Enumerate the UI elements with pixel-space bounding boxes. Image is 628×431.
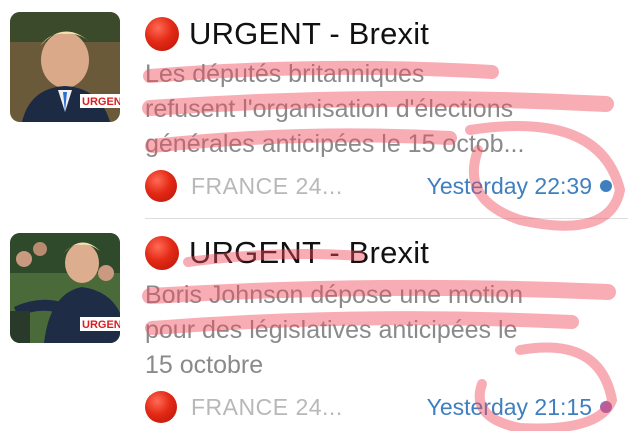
notification-body: Boris Johnson dépose une motion pour des… xyxy=(145,278,615,383)
notification-1[interactable]: URGEN URGENT - Brexit Les députés britan… xyxy=(0,0,628,218)
body-line: 15 octobre xyxy=(145,351,264,379)
title-row: URGENT - Brexit xyxy=(145,233,429,273)
thumbnail-image: URGEN xyxy=(10,233,120,343)
thumbnail-caption: URGEN xyxy=(82,319,120,331)
red-circle-icon xyxy=(145,391,177,423)
body-line: pour des législatives anticipées le xyxy=(145,316,518,344)
thumbnail-image: URGEN xyxy=(10,12,120,122)
unread-dot-icon xyxy=(600,401,612,413)
unread-dot-icon xyxy=(600,180,612,192)
red-circle-icon xyxy=(145,17,179,51)
source-label: FRANCE 24... xyxy=(191,393,343,420)
red-circle-icon xyxy=(145,236,179,270)
thumbnail-photo: URGEN xyxy=(10,233,120,343)
timestamp: Yesterday 21:15 xyxy=(426,393,592,420)
body-line: Les députés britanniques xyxy=(145,60,425,88)
title-row: URGENT - Brexit xyxy=(145,14,429,54)
notification-body: Les députés britanniques refusent l'orga… xyxy=(145,57,615,162)
timestamp: Yesterday 22:39 xyxy=(426,172,592,199)
thumbnail-photo: URGEN xyxy=(10,12,120,122)
body-line: générales anticipées le 15 octob... xyxy=(145,130,525,158)
notification-title: URGENT - Brexit xyxy=(189,16,430,51)
source-label: FRANCE 24... xyxy=(191,172,343,199)
body-line: refusent l'organisation d'élections xyxy=(145,95,514,123)
body-line: Boris Johnson dépose une motion xyxy=(145,281,524,309)
red-circle-icon xyxy=(145,170,177,202)
notification-title: URGENT - Brexit xyxy=(189,235,430,270)
thumbnail-caption: URGEN xyxy=(82,96,120,108)
meta-row: FRANCE 24... Yesterday 22:39 xyxy=(145,168,616,204)
meta-row: FRANCE 24... Yesterday 21:15 xyxy=(145,389,616,425)
notification-2[interactable]: URGEN URGENT - Brexit Boris Johnson dépo… xyxy=(0,219,628,431)
